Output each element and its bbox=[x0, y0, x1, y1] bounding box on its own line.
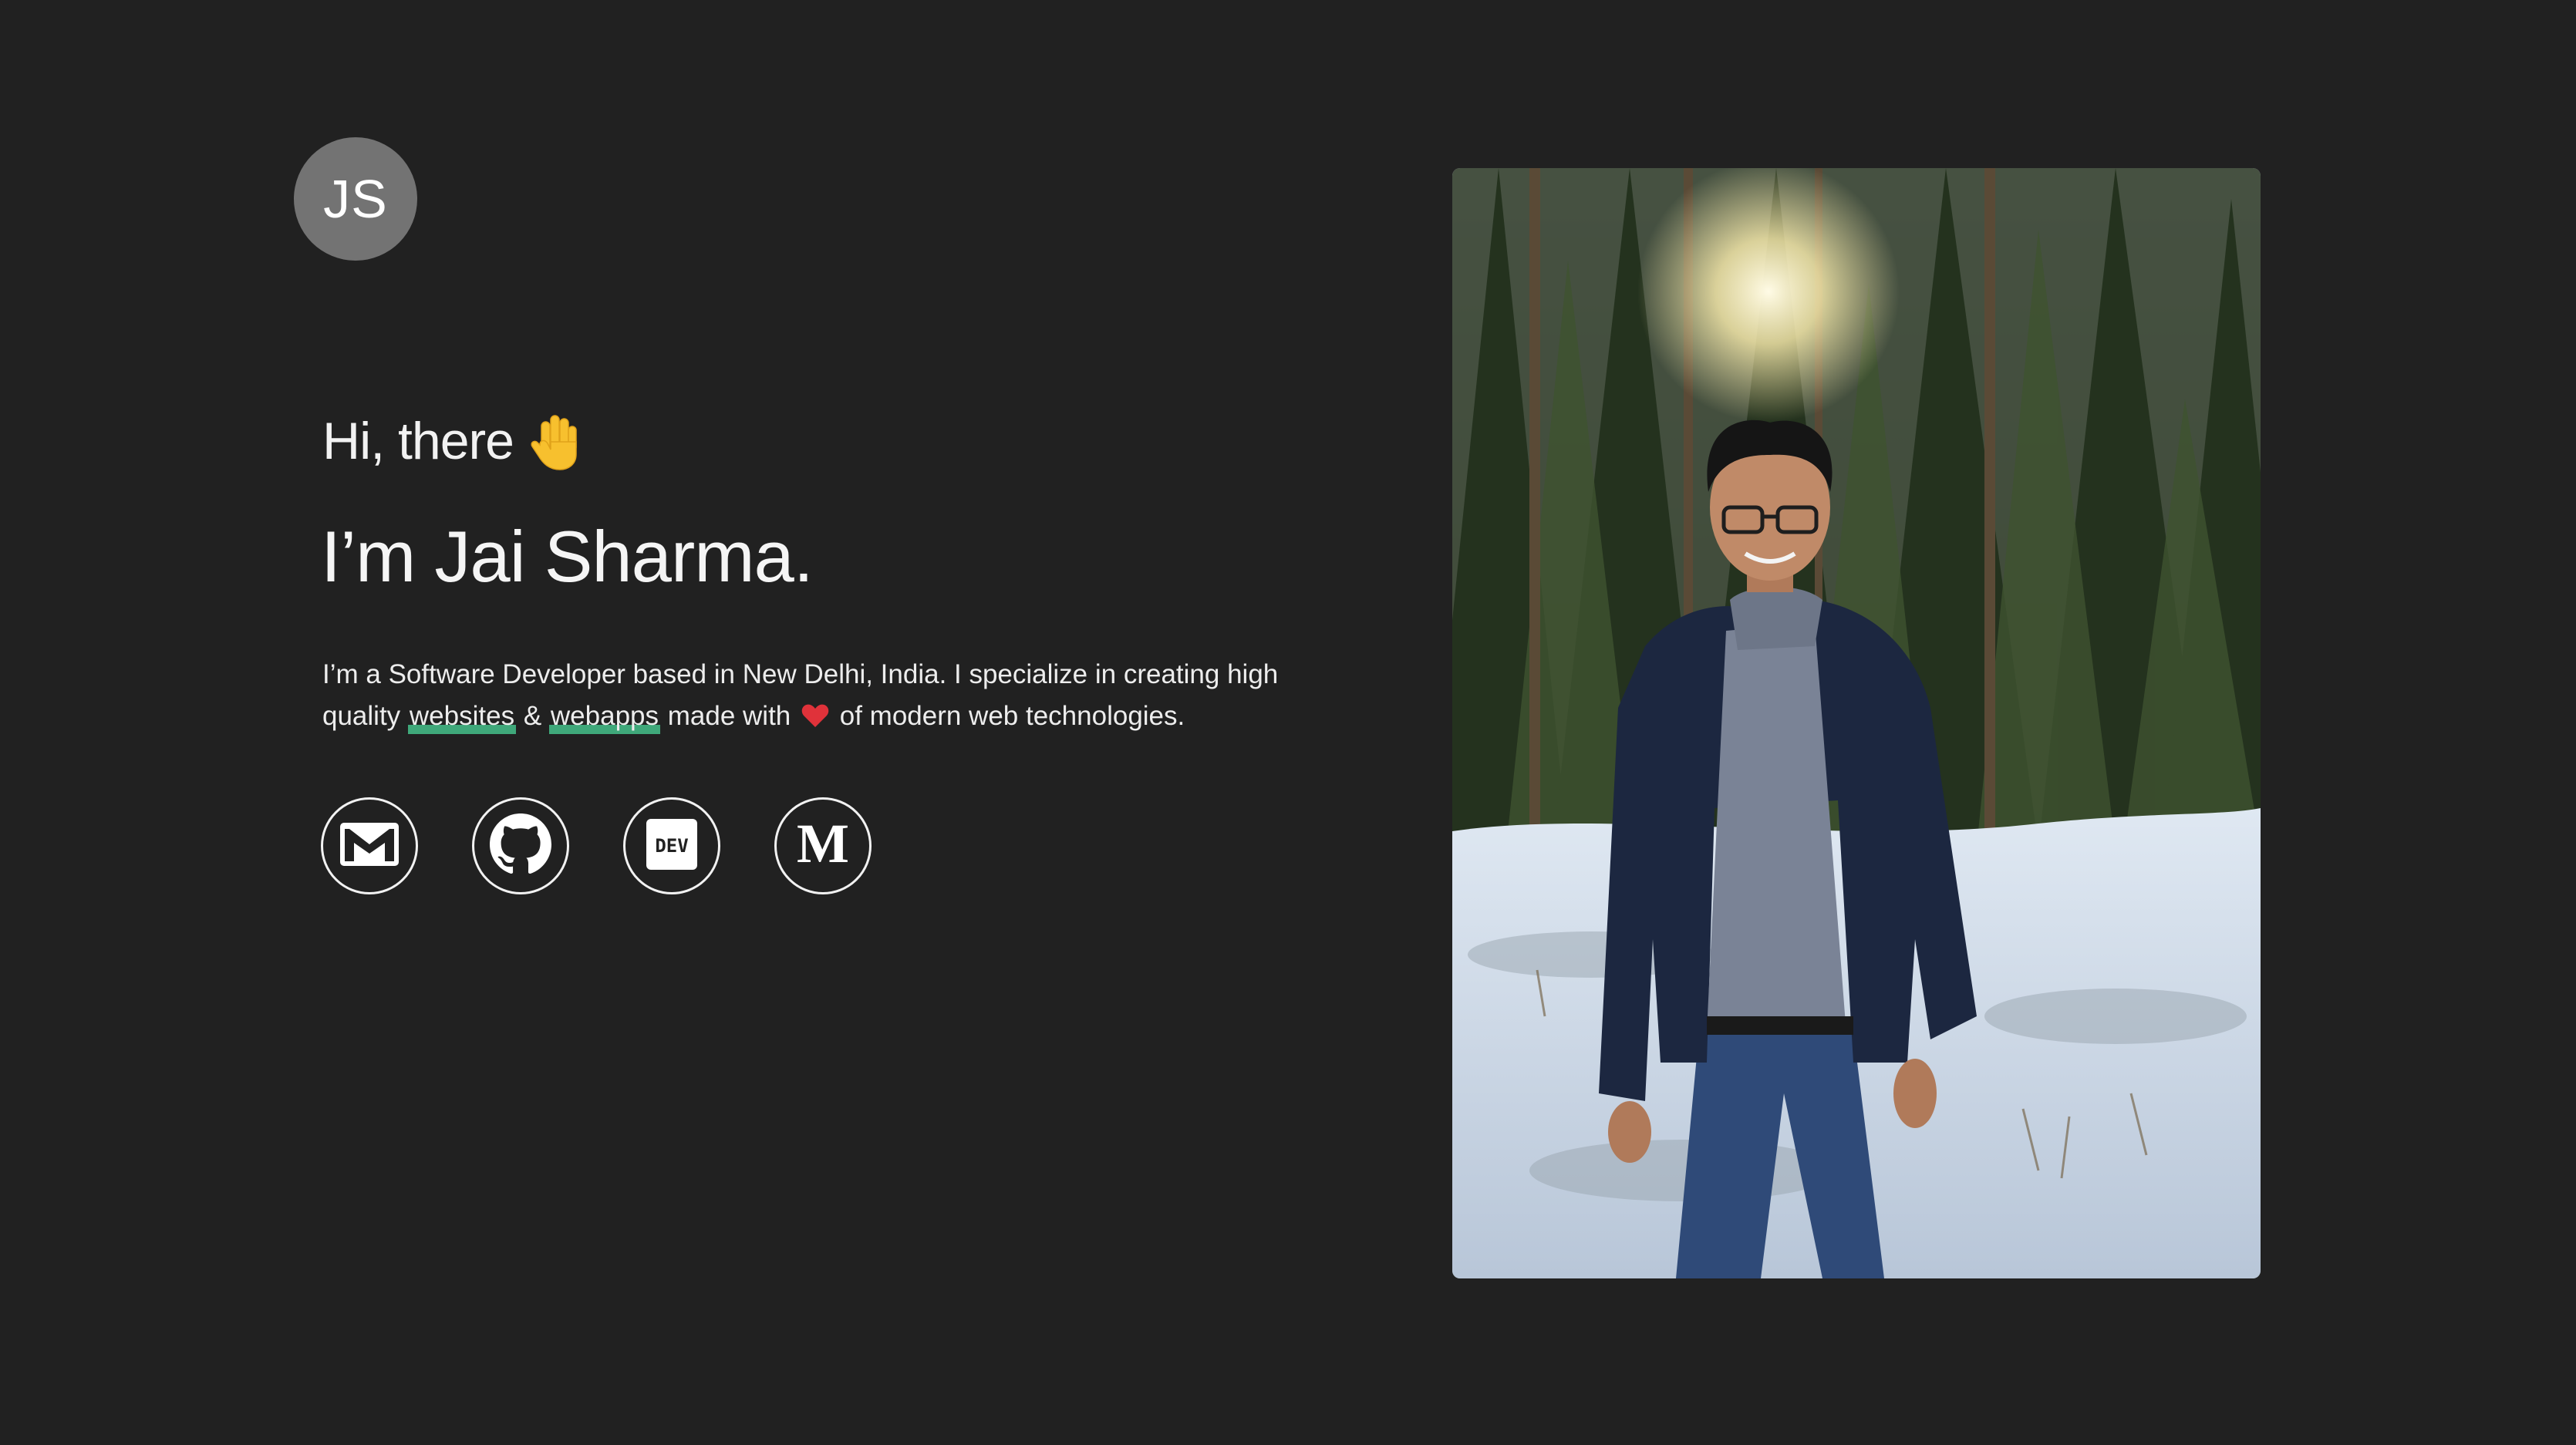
medium-link[interactable]: M bbox=[774, 797, 872, 894]
gmail-icon bbox=[339, 821, 400, 871]
hero-name: I’m Jai Sharma. bbox=[321, 516, 814, 597]
webapps-link[interactable]: webapps bbox=[548, 696, 661, 737]
github-icon bbox=[490, 813, 551, 879]
websites-link[interactable]: websites bbox=[407, 696, 517, 737]
profile-photo bbox=[1452, 168, 2261, 1278]
medium-icon: M bbox=[795, 813, 851, 874]
gmail-link[interactable] bbox=[321, 797, 418, 894]
page: JS Hi, there I’m Jai Sharma. I’m a Softw… bbox=[0, 0, 2576, 1445]
dev-icon: DEV bbox=[646, 818, 697, 874]
greeting-text: Hi, there bbox=[322, 412, 514, 470]
hero-bio: I’m a Software Developer based in New De… bbox=[322, 654, 1325, 737]
bio-text-2: made with bbox=[667, 701, 791, 731]
medium-icon-label: M bbox=[797, 819, 849, 870]
greeting: Hi, there bbox=[322, 403, 582, 480]
waving-hand-icon bbox=[528, 411, 582, 471]
heart-icon bbox=[801, 699, 829, 727]
dev-link[interactable]: DEV bbox=[623, 797, 720, 894]
bio-ampersand: & bbox=[523, 701, 542, 731]
dev-icon-label: DEV bbox=[655, 835, 688, 857]
logo-avatar[interactable]: JS bbox=[294, 137, 417, 261]
bio-text-3: of modern web technologies. bbox=[839, 701, 1185, 731]
social-links: DEV M bbox=[321, 797, 872, 894]
logo-initials: JS bbox=[323, 169, 388, 229]
github-link[interactable] bbox=[472, 797, 569, 894]
